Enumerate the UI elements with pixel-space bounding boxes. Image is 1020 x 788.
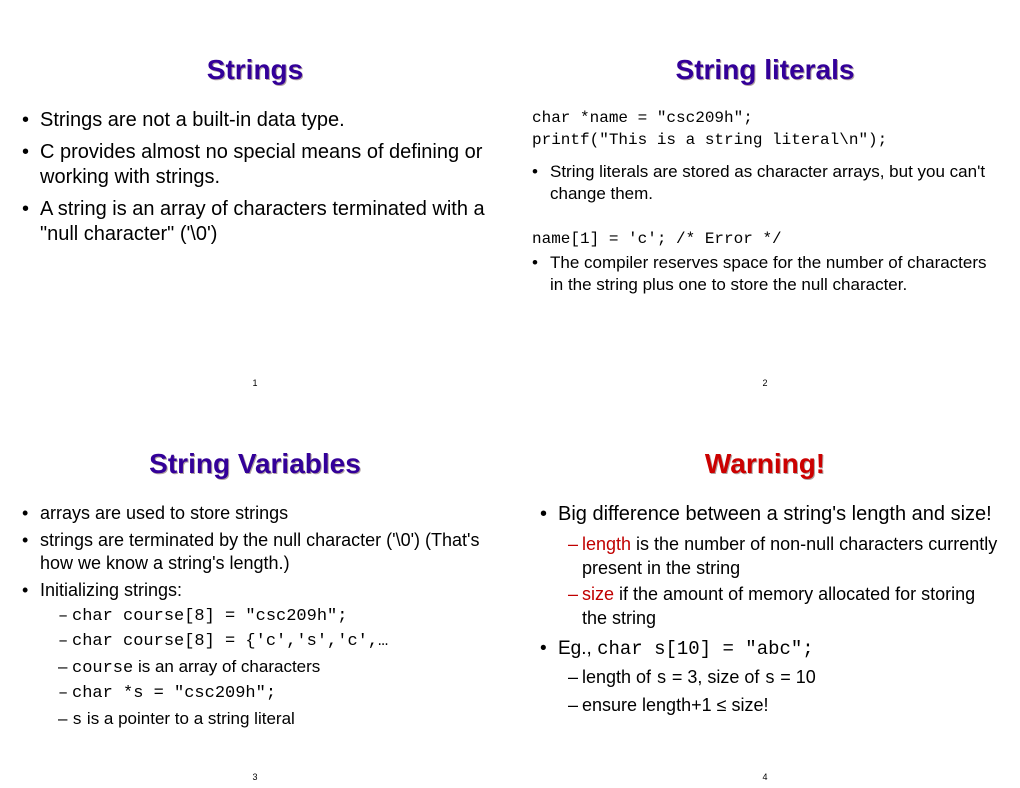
bullet: arrays are used to store strings [22, 502, 488, 525]
bullet: A string is an array of characters termi… [22, 197, 488, 248]
sub-item: length of s = 3, size of s = 10 [568, 665, 998, 691]
text-span: = 10 [775, 667, 816, 687]
slide-title: String Variables [22, 448, 488, 480]
bullet-list: Strings are not a built-in data type. C … [22, 108, 488, 248]
code-block: name[1] = 'c'; /* Error */ [532, 229, 998, 251]
page-number: 2 [762, 378, 767, 388]
text-span: Eg., [558, 638, 597, 659]
slide-title: Strings [22, 54, 488, 86]
sub-list: char course[8] = "csc209h"; char course[… [58, 606, 488, 733]
slide-3: String Variables arrays are used to stor… [0, 394, 510, 788]
sub-item: s is a pointer to a string literal [58, 708, 488, 733]
bullet: Initializing strings: char course[8] = "… [22, 579, 488, 733]
page-number: 3 [252, 772, 257, 782]
text-span: is the number of non-null characters cur… [582, 534, 997, 578]
bullet: Big difference between a string's length… [540, 502, 998, 631]
bullet-list: arrays are used to store strings strings… [22, 502, 488, 733]
sub-item: char *s = "csc209h"; [58, 683, 488, 706]
bullet: The compiler reserves space for the numb… [532, 252, 998, 296]
text-span: size [582, 584, 614, 604]
page-number: 1 [252, 378, 257, 388]
bullet: Eg., char s[10] = "abc"; length of s = 3… [540, 637, 998, 718]
bullet: String literals are stored as character … [532, 161, 998, 205]
code-span: s [656, 669, 667, 689]
bullet: Strings are not a built-in data type. [22, 108, 488, 134]
code-span: s [764, 669, 775, 689]
bullet-list: Big difference between a string's length… [540, 502, 998, 718]
bullet: strings are terminated by the null chara… [22, 529, 488, 575]
sub-item: char course[8] = "csc209h"; [58, 606, 488, 629]
sub-list: length of s = 3, size of s = 10 ensure l… [568, 665, 998, 718]
slide-2: String literals char *name = "csc209h"; … [510, 0, 1020, 394]
text-span: is an array of characters [133, 657, 320, 676]
text-span: length of [582, 667, 656, 687]
text-span: = 3, size of [667, 667, 765, 687]
sub-item: course is an array of characters [58, 656, 488, 681]
slide-4: Warning! Big difference between a string… [510, 394, 1020, 788]
text-span: if the amount of memory allocated for st… [582, 584, 975, 628]
bullet-list: The compiler reserves space for the numb… [532, 252, 998, 296]
code-span: s [72, 711, 82, 730]
sub-list: length is the number of non-null charact… [568, 532, 998, 631]
slide-title: Warning! [532, 448, 998, 480]
sub-item: size if the amount of memory allocated f… [568, 582, 998, 631]
bullet-text: Initializing strings: [40, 580, 182, 600]
bullet: C provides almost no special means of de… [22, 140, 488, 191]
slide-grid: Strings Strings are not a built-in data … [0, 0, 1020, 788]
code-block: char *name = "csc209h"; printf("This is … [532, 108, 998, 151]
bullet-list: String literals are stored as character … [532, 161, 998, 205]
sub-item: ensure length+1 ≤ size! [568, 693, 998, 717]
code-span: course [72, 659, 133, 678]
slide-1: Strings Strings are not a built-in data … [0, 0, 510, 394]
sub-item: length is the number of non-null charact… [568, 532, 998, 581]
text-span: length [582, 534, 631, 554]
slide-title: String literals [532, 54, 998, 86]
bullet-text: Big difference between a string's length… [558, 503, 992, 525]
page-number: 4 [762, 772, 767, 782]
sub-item: char course[8] = {'c','s','c',… [58, 631, 488, 654]
text-span: is a pointer to a string literal [82, 709, 295, 728]
code-span: char s[10] = "abc"; [597, 638, 814, 660]
